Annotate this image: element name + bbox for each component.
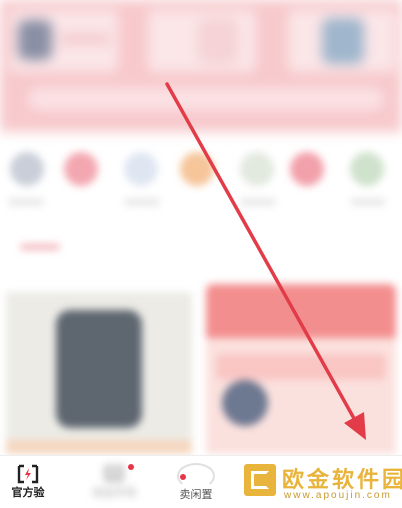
nav-item-sell-idle[interactable]: 卖闲置 [170, 456, 222, 508]
notification-dot [180, 474, 186, 480]
notification-dot [128, 464, 134, 470]
watermark-url: www.apoujin.com [284, 490, 392, 501]
nav-label-official-verify: 官方验 [11, 487, 45, 499]
nav-item-official-verify[interactable]: 官方验 [0, 456, 56, 508]
nav-label-sell-idle: 卖闲置 [179, 488, 213, 501]
market-icon [105, 466, 123, 481]
official-verify-icon [17, 464, 39, 484]
annotation-arrow [165, 82, 366, 440]
watermark-logo-icon [244, 464, 276, 496]
nav-label-market: 自由市场 [92, 487, 136, 499]
site-watermark: 欧金软件园 www.apoujin.com [244, 462, 402, 504]
nav-item-market[interactable]: 自由市场 [82, 456, 146, 508]
